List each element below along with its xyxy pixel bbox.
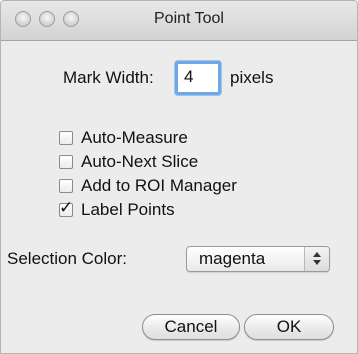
- point-tool-dialog: Point Tool Mark Width: 4 pixels Auto-Mea…: [0, 0, 358, 354]
- checkbox-box[interactable]: ✓: [59, 198, 73, 218]
- checkbox-label: Add to ROI Manager: [81, 176, 237, 195]
- auto-next-slice-checkbox[interactable]: Auto-Next Slice: [59, 152, 198, 172]
- up-arrow-icon: [313, 252, 321, 257]
- checkbox-label: Label Points: [81, 200, 175, 219]
- selection-color-value: magenta: [199, 249, 266, 268]
- window-title: Point Tool: [154, 10, 224, 27]
- add-to-roi-manager-checkbox[interactable]: Add to ROI Manager: [59, 176, 237, 196]
- checkbox-label: Auto-Measure: [81, 128, 188, 147]
- selection-color-select[interactable]: magenta: [186, 246, 330, 272]
- checkbox-label: Auto-Next Slice: [81, 152, 199, 171]
- down-arrow-icon: [313, 260, 321, 265]
- mark-width-unit: pixels: [230, 68, 274, 87]
- select-stepper[interactable]: [304, 247, 329, 271]
- checkbox-box[interactable]: [59, 155, 73, 169]
- cancel-button[interactable]: Cancel: [142, 314, 240, 340]
- label-points-checkbox[interactable]: ✓ Label Points: [59, 198, 175, 220]
- ok-button[interactable]: OK: [244, 314, 334, 340]
- checkbox-box[interactable]: [59, 179, 73, 193]
- title-bar: Point Tool: [1, 1, 357, 41]
- mark-width-input[interactable]: 4: [175, 61, 221, 95]
- selection-color-label: Selection Color:: [7, 249, 128, 268]
- mark-width-label: Mark Width:: [63, 68, 154, 87]
- checkbox-box[interactable]: [59, 131, 73, 145]
- auto-measure-checkbox[interactable]: Auto-Measure: [59, 128, 188, 148]
- checkmark-icon: ✓: [59, 198, 74, 218]
